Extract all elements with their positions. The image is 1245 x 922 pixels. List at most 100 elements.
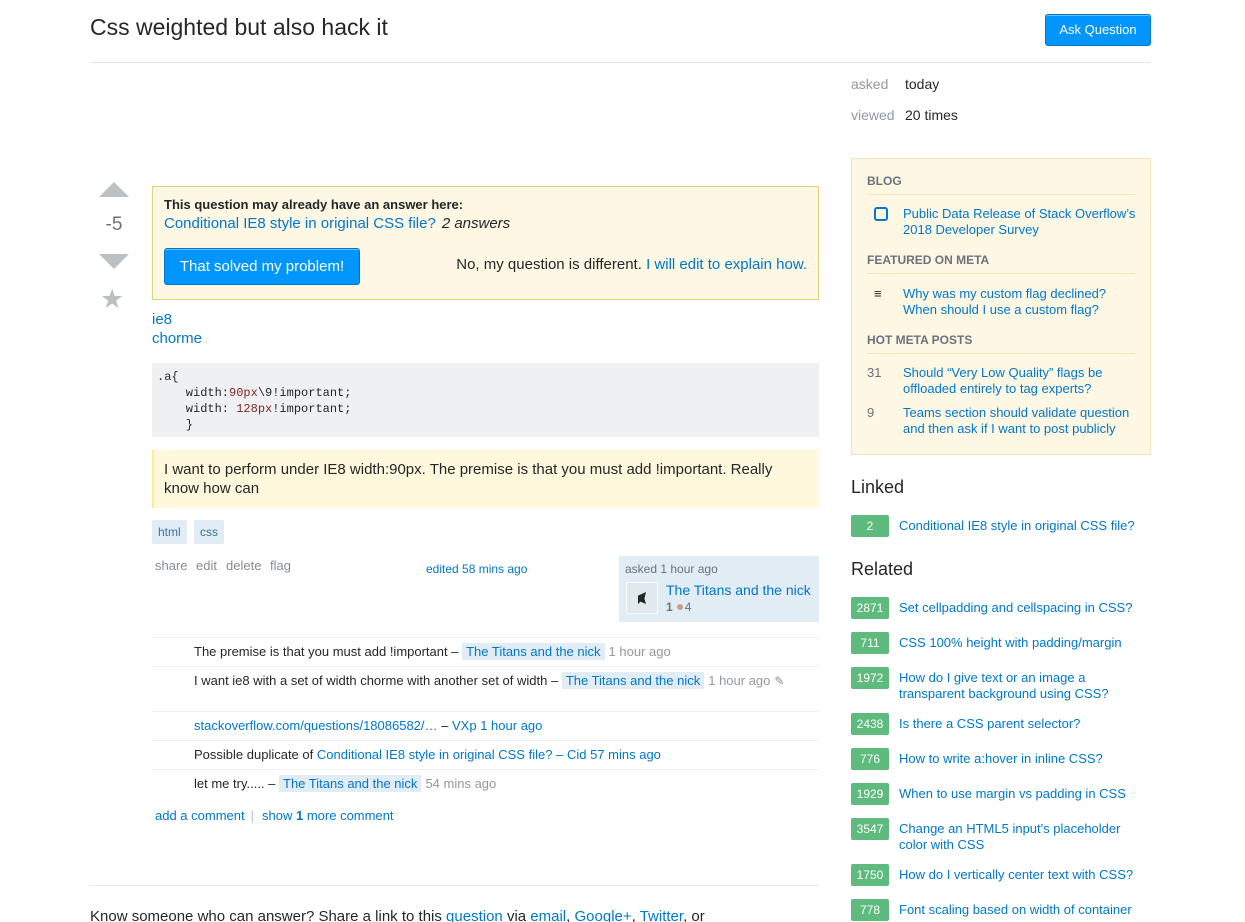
favorite-star-icon[interactable]: ★ (100, 284, 124, 314)
share-prompt: Know someone who can answer? Share a lin… (90, 908, 705, 922)
related-question-link[interactable]: Is there a CSS parent selector? (899, 716, 1144, 732)
related-score-badge[interactable]: 3547 (851, 818, 889, 840)
add-comment-link[interactable]: add a comment (155, 808, 245, 823)
blockquote: I want to perform under IE8 width:90px. … (152, 450, 819, 508)
comment-date: 1 hour ago (608, 644, 671, 659)
owner-reputation: 14 (666, 600, 692, 614)
duplicate-notice-title: This question may already have an answer… (164, 197, 464, 212)
tag-html[interactable]: html (152, 520, 187, 544)
solved-problem-button[interactable]: That solved my problem! (164, 248, 360, 285)
owner-action-time: asked 1 hour ago (625, 562, 718, 576)
asked-value: today (905, 76, 940, 92)
related-score-badge[interactable]: 2871 (851, 597, 889, 619)
edited-pencil-icon: ✎ (774, 674, 785, 688)
owner-name[interactable]: The Titans and the nick (666, 582, 811, 598)
hot-meta-link[interactable]: Teams section should validate question a… (903, 405, 1138, 437)
share-link[interactable]: share (155, 558, 188, 573)
related-question-link[interactable]: CSS 100% height with padding/margin (899, 635, 1144, 651)
comment-date: 54 mins ago (425, 776, 497, 791)
vote-count: -5 (105, 214, 123, 235)
comment-date[interactable]: 1 hour ago (480, 718, 542, 733)
comment-row: Possible duplicate of Conditional IE8 st… (152, 740, 819, 769)
featured-meta-heading: FEATURED ON META (867, 253, 1135, 274)
duplicate-notice: This question may already have an answer… (152, 186, 819, 300)
comment-row: The premise is that you must add !import… (152, 637, 819, 666)
featured-meta-link[interactable]: Why was my custom flag declined? When sh… (903, 286, 1138, 318)
different-question-text: No, my question is different. (456, 256, 642, 273)
related-question-link[interactable]: Font scaling based on width of container (899, 902, 1144, 918)
comment-row: I want ie8 with a set of width chorme wi… (152, 666, 819, 711)
comment-user-link[interactable]: VXp (452, 718, 477, 733)
related-score-badge[interactable]: 1750 (851, 864, 889, 886)
viewed-label: viewed (851, 107, 895, 123)
viewed-value: 20 times (905, 107, 958, 123)
blog-post-link[interactable]: Public Data Release of Stack Overflow’s … (903, 206, 1138, 238)
edit-link[interactable]: edit (196, 558, 217, 573)
blog-icon (874, 207, 888, 221)
related-question-link[interactable]: How do I vertically center text with CSS… (899, 867, 1144, 883)
related-score-badge[interactable]: 711 (851, 632, 889, 654)
related-question-link[interactable]: How to write a:hover in inline CSS? (899, 751, 1144, 767)
code-line: width:90px\9!important; (157, 386, 352, 400)
comment-question-link[interactable]: Conditional IE8 style in original CSS fi… (317, 747, 553, 762)
downvote-arrow-icon[interactable] (99, 254, 129, 269)
hot-meta-count: 9 (867, 405, 875, 420)
comment-date[interactable]: 57 mins ago (590, 747, 661, 762)
question-title[interactable]: Css weighted but also hack it (90, 14, 388, 41)
related-score-badge[interactable]: 778 (851, 899, 889, 921)
related-score-badge[interactable]: 776 (851, 748, 889, 770)
flag-link[interactable]: flag (270, 558, 291, 573)
related-question-link[interactable]: Set cellpadding and cellspacing in CSS? (899, 600, 1144, 616)
comment-actions-separator: | (250, 808, 254, 823)
linked-score-badge[interactable]: 2 (851, 515, 889, 537)
comment-user-link[interactable]: The Titans and the nick (279, 775, 422, 792)
hot-meta-heading: HOT META POSTS (867, 333, 1135, 354)
edit-explain-link[interactable]: I will edit to explain how. (646, 256, 807, 273)
duplicate-link-row: Conditional IE8 style in original CSS fi… (164, 215, 510, 232)
related-score-badge[interactable]: 1972 (851, 667, 889, 689)
comment-actions: add a comment | show 1 more comment (155, 808, 394, 823)
related-question-link[interactable]: Change an HTML5 input's placeholder colo… (899, 821, 1144, 853)
share-twitter-link[interactable]: Twitter (640, 908, 683, 922)
related-score-badge[interactable]: 1929 (851, 783, 889, 805)
meta-stack-icon: ≡ (874, 286, 882, 301)
tag-css[interactable]: css (194, 520, 224, 544)
linked-question-link[interactable]: Conditional IE8 style in original CSS fi… (899, 518, 1144, 534)
linked-heading: Linked (851, 477, 905, 497)
duplicate-question-link[interactable]: Conditional IE8 style in original CSS fi… (164, 215, 436, 232)
code-line: .a{ (157, 370, 179, 384)
hot-meta-count: 31 (867, 365, 882, 380)
edited-info[interactable]: edited 58 mins ago (426, 562, 527, 576)
related-question-link[interactable]: How do I give text or an image a transpa… (899, 670, 1144, 702)
body-line-ie8[interactable]: ie8 (152, 311, 172, 328)
section-divider (90, 885, 819, 886)
show-more-comments-link[interactable]: show 1 more comment (262, 808, 394, 823)
share-email-link[interactable]: email (530, 908, 566, 922)
comment-row: stackoverflow.com/questions/18086582/… –… (152, 711, 819, 740)
code-line: width: 128px!important; (157, 402, 352, 416)
share-question-link[interactable]: question (446, 908, 503, 922)
comment-user-link[interactable]: The Titans and the nick (561, 672, 705, 689)
code-block: .a{ width:90px\9!important; width: 128px… (152, 363, 819, 437)
related-heading: Related (851, 559, 914, 579)
comment-url-link[interactable]: stackoverflow.com/questions/18086582/… (194, 718, 438, 733)
header-divider (90, 62, 1151, 63)
related-score-badge[interactable]: 2438 (851, 713, 889, 735)
avatar[interactable] (626, 582, 658, 614)
comment-user-link[interactable]: Cid (567, 747, 587, 762)
body-line-chorme[interactable]: chorme (152, 330, 202, 347)
code-line: } (157, 418, 194, 432)
delete-link[interactable]: delete (226, 558, 261, 573)
upvote-arrow-icon[interactable] (99, 182, 129, 197)
hot-meta-link[interactable]: Should “Very Low Quality” flags be offlo… (903, 365, 1138, 397)
ask-question-button[interactable]: Ask Question (1045, 14, 1151, 46)
duplicate-answer-count: 2 answers (441, 215, 511, 232)
community-bulletin: BLOG Public Data Release of Stack Overfl… (851, 158, 1151, 455)
comment-date: 1 hour ago (708, 673, 771, 688)
asked-label: asked (851, 76, 889, 92)
blog-heading: BLOG (867, 174, 1135, 195)
bronze-badge-icon (676, 604, 683, 610)
related-question-link[interactable]: When to use margin vs padding in CSS (899, 786, 1144, 802)
share-google-link[interactable]: Google+ (575, 908, 632, 922)
comment-user-link[interactable]: The Titans and the nick (462, 643, 605, 660)
